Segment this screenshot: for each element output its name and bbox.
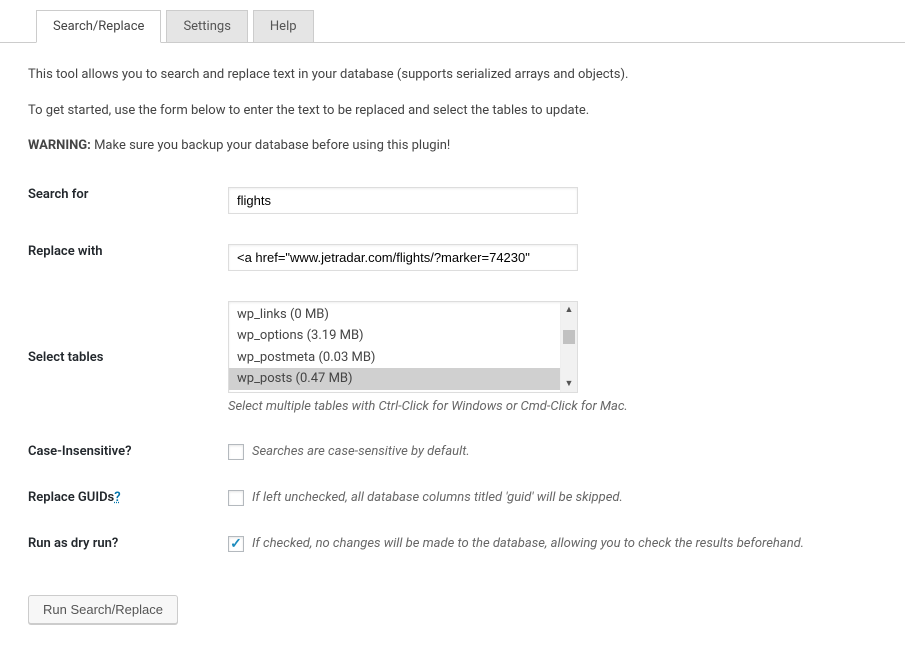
warning-label: WARNING: [28,138,91,153]
replace-guids-label: Replace GUIDs? [28,475,228,521]
scrollbar[interactable]: ▲ ▼ [560,302,577,392]
dry-run-label: Run as dry run? [28,521,228,567]
scroll-thumb[interactable] [563,330,575,344]
content: This tool allows you to search and repla… [0,43,905,646]
scroll-track[interactable] [561,318,577,376]
case-insensitive-checkbox[interactable] [228,444,244,460]
intro-line2: To get started, use the form below to en… [28,101,877,121]
warning-text: Make sure you backup your database befor… [91,138,450,153]
dry-run-checkbox[interactable] [228,536,244,552]
scroll-down-icon[interactable]: ▼ [561,376,577,392]
replace-with-label: Replace with [28,229,228,286]
case-insensitive-help: Searches are case-sensitive by default. [252,444,470,459]
intro-line1: This tool allows you to search and repla… [28,65,877,85]
case-insensitive-label: Case-Insensitive? [28,429,228,475]
select-list: wp_links (0 MB) wp_options (3.19 MB) wp_… [229,302,560,392]
scroll-up-icon[interactable]: ▲ [561,302,577,318]
replace-with-input[interactable] [228,244,578,271]
tab-help[interactable]: Help [253,10,314,42]
search-for-label: Search for [28,172,228,229]
replace-guids-help: If left unchecked, all database columns … [252,490,623,505]
replace-guids-help-link[interactable]: ? [114,490,120,505]
intro: This tool allows you to search and repla… [28,65,877,156]
dry-run-help: If checked, no changes will be made to t… [252,536,804,551]
table-option[interactable]: wp_postmeta (0.03 MB) [229,347,560,369]
intro-warning: WARNING: Make sure you backup your datab… [28,136,877,156]
select-tables[interactable]: wp_links (0 MB) wp_options (3.19 MB) wp_… [228,301,578,393]
form-table: Search for Replace with Select tables wp… [28,172,877,567]
table-option[interactable]: wp_links (0 MB) [229,304,560,326]
select-tables-label: Select tables [28,286,228,429]
replace-guids-checkbox[interactable] [228,490,244,506]
tab-settings[interactable]: Settings [166,10,247,42]
table-option[interactable]: wp_posts (0.47 MB) [229,368,560,390]
run-search-replace-button[interactable]: Run Search/Replace [28,595,178,624]
select-tables-help: Select multiple tables with Ctrl-Click f… [228,399,867,414]
search-for-input[interactable] [228,187,578,214]
submit-wrap: Run Search/Replace [28,595,877,624]
table-option[interactable]: wp_options (3.19 MB) [229,325,560,347]
tab-search-replace[interactable]: Search/Replace [36,10,161,43]
tabs: Search/Replace Settings Help [0,0,905,43]
